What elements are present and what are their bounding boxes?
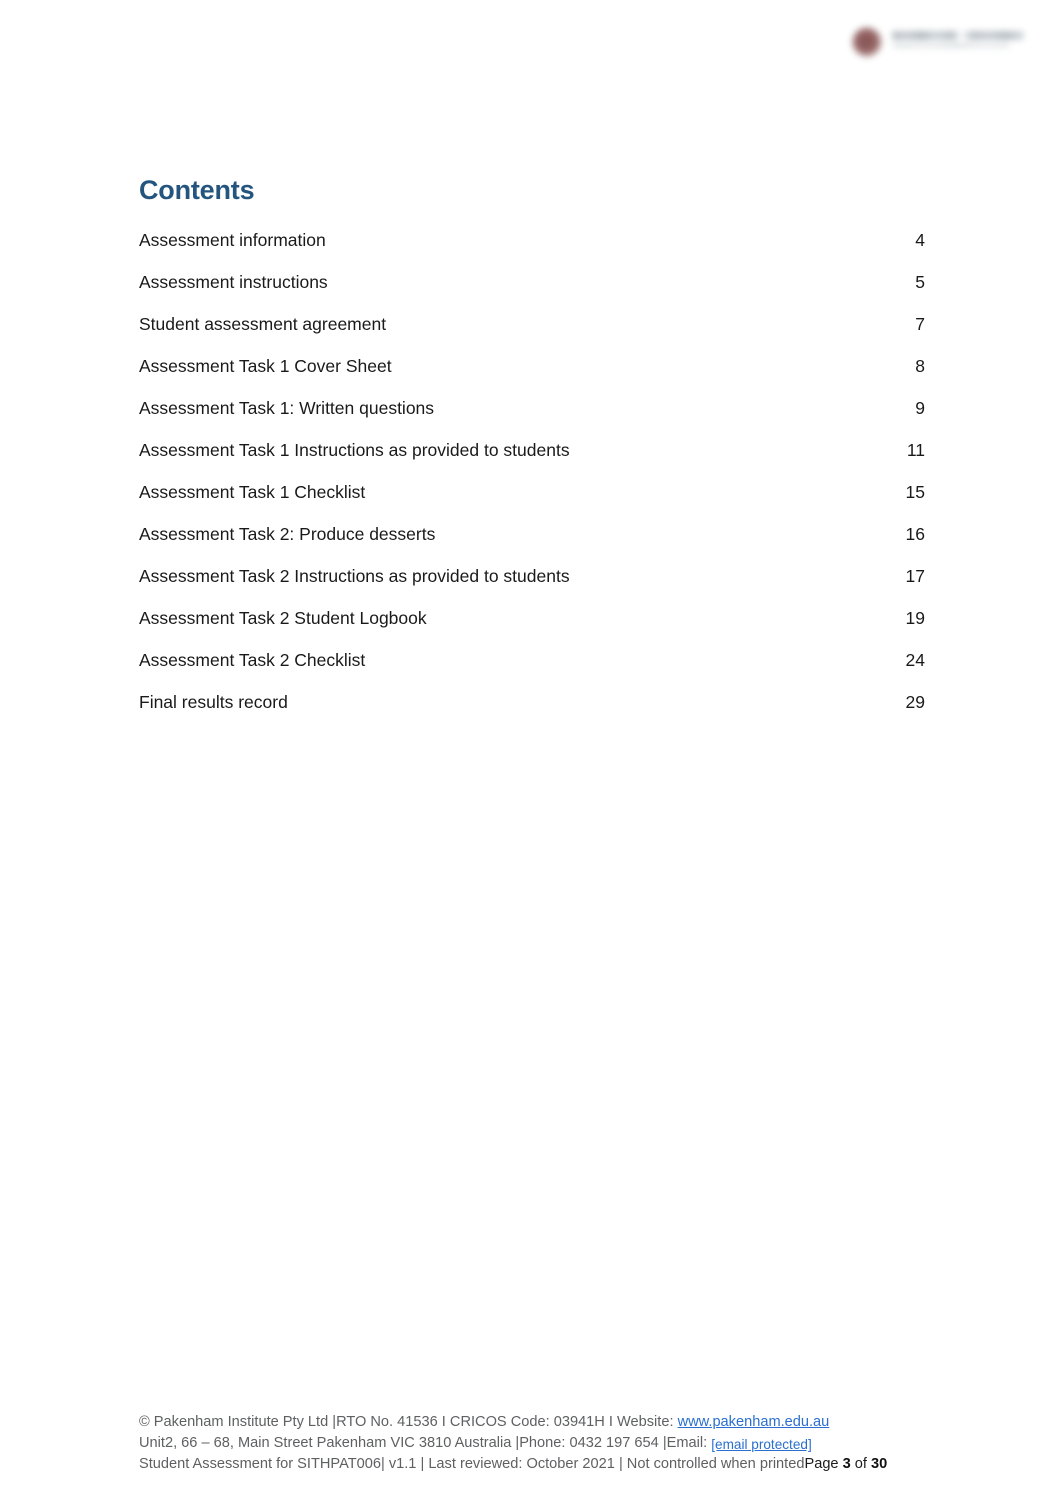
toc-entry-title: Assessment Task 2 Student Logbook bbox=[139, 607, 427, 628]
footer-line-address: Unit2, 66 – 68, Main Street Pakenham VIC… bbox=[139, 1433, 925, 1454]
toc-entry-title: Assessment Task 1 Instructions as provid… bbox=[139, 439, 570, 460]
page-of-label: of bbox=[850, 1456, 872, 1473]
toc-entry-title: Assessment Task 1 Cover Sheet bbox=[139, 355, 392, 376]
toc-entry-title: Assessment information bbox=[139, 229, 326, 250]
toc-entry-title: Assessment Task 1 Checklist bbox=[139, 481, 366, 502]
toc-entry-page: 24 bbox=[905, 649, 925, 670]
toc-entry[interactable]: Assessment instructions 5 bbox=[139, 272, 925, 293]
pakenham-logo bbox=[852, 18, 1032, 66]
logo-mark-icon bbox=[852, 27, 882, 57]
footer-address-text: Unit2, 66 – 68, Main Street Pakenham VIC… bbox=[139, 1435, 712, 1452]
page-label: Page bbox=[804, 1456, 843, 1473]
document-page: Contents Assessment information 4 Assess… bbox=[0, 0, 1062, 1506]
toc-entry[interactable]: Assessment Task 2: Produce desserts 16 bbox=[139, 524, 925, 545]
toc-entry-title: Assessment Task 2 Checklist bbox=[139, 649, 366, 670]
toc-entry-page: 17 bbox=[905, 565, 925, 586]
page-header bbox=[0, 0, 1062, 92]
email-link[interactable]: [email protected] bbox=[711, 1437, 812, 1452]
toc-entry[interactable]: Assessment Task 1: Written questions 9 bbox=[139, 398, 925, 419]
toc-entry[interactable]: Assessment Task 2 Checklist 24 bbox=[139, 650, 925, 671]
page-content: Contents Assessment information 4 Assess… bbox=[139, 175, 925, 734]
website-link[interactable]: www.pakenham.edu.au bbox=[678, 1414, 830, 1430]
toc-entry-page: 19 bbox=[905, 607, 925, 628]
toc-entry-page: 29 bbox=[905, 691, 925, 712]
toc-entry[interactable]: Assessment Task 2 Student Logbook 19 bbox=[139, 608, 925, 629]
toc-entry-page: 7 bbox=[915, 313, 925, 334]
toc-entry[interactable]: Final results record 29 bbox=[139, 692, 925, 713]
footer-line-document-info: Student Assessment for SITHPAT006| v1.1 … bbox=[139, 1454, 925, 1475]
toc-entry[interactable]: Assessment Task 1 Checklist 15 bbox=[139, 482, 925, 503]
logo-wordmark-line-secondary bbox=[893, 43, 1009, 48]
toc-entry-page: 4 bbox=[915, 229, 925, 250]
toc-entry-title: Final results record bbox=[139, 691, 288, 712]
page-footer: © Pakenham Institute Pty Ltd |RTO No. 41… bbox=[139, 1412, 925, 1475]
toc-entry-page: 15 bbox=[905, 481, 925, 502]
table-of-contents: Assessment information 4 Assessment inst… bbox=[139, 230, 925, 713]
logo-wordmark-line-primary bbox=[892, 31, 1024, 40]
toc-entry-page: 8 bbox=[915, 355, 925, 376]
footer-org-text: © Pakenham Institute Pty Ltd |RTO No. 41… bbox=[139, 1414, 678, 1430]
toc-entry-title: Student assessment agreement bbox=[139, 313, 387, 334]
toc-entry-title: Assessment Task 2: Produce desserts bbox=[139, 523, 436, 544]
footer-line-organisation: © Pakenham Institute Pty Ltd |RTO No. 41… bbox=[139, 1412, 925, 1433]
toc-entry[interactable]: Student assessment agreement 7 bbox=[139, 314, 925, 335]
toc-entry[interactable]: Assessment Task 1 Instructions as provid… bbox=[139, 440, 925, 461]
toc-entry-page: 11 bbox=[906, 439, 925, 460]
toc-entry-title: Assessment Task 2 Instructions as provid… bbox=[139, 565, 570, 586]
page-current: 3 bbox=[842, 1456, 851, 1473]
toc-entry-page: 9 bbox=[915, 397, 925, 418]
toc-entry[interactable]: Assessment information 4 bbox=[139, 230, 925, 251]
toc-entry[interactable]: Assessment Task 2 Instructions as provid… bbox=[139, 566, 925, 587]
toc-entry[interactable]: Assessment Task 1 Cover Sheet 8 bbox=[139, 356, 925, 377]
toc-entry-page: 16 bbox=[905, 523, 925, 544]
toc-entry-page: 5 bbox=[915, 271, 925, 292]
page-title: Contents bbox=[139, 175, 255, 205]
footer-doc-text: Student Assessment for SITHPAT006| v1.1 … bbox=[139, 1456, 805, 1473]
page-total: 30 bbox=[871, 1456, 888, 1473]
logo-wordmark bbox=[890, 27, 1032, 57]
toc-entry-title: Assessment instructions bbox=[139, 271, 328, 292]
page-number-indicator: Page 3 of 30 bbox=[804, 1456, 887, 1472]
toc-entry-title: Assessment Task 1: Written questions bbox=[139, 397, 435, 418]
